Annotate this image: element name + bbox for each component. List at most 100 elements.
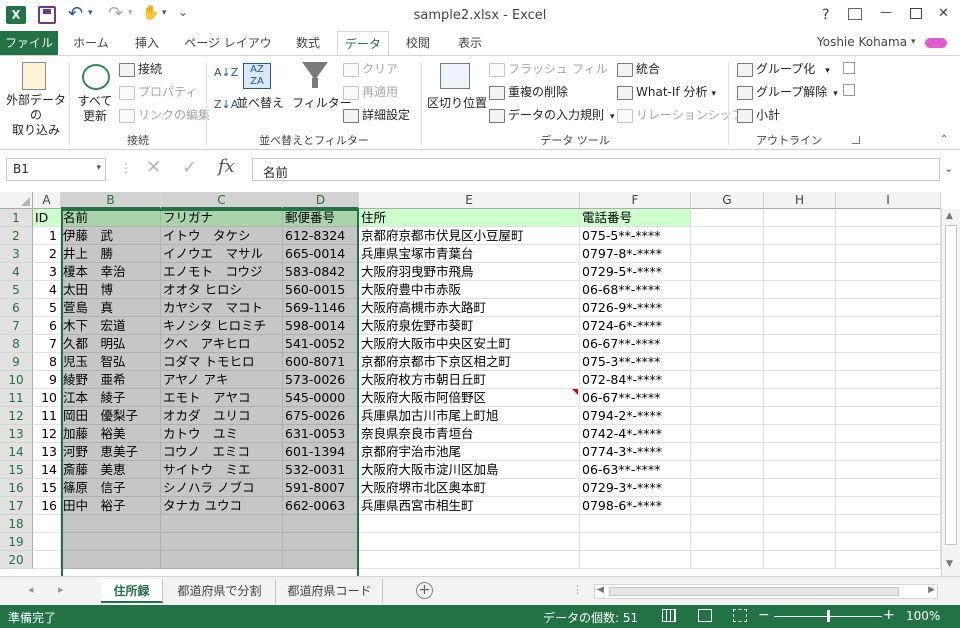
- worksheet-grid[interactable]: ABCDEFGHI 1 2 3 4 5 6 7 8 9 10 11 12 13 14 15 16 17 18 19 2…: [0, 192, 941, 576]
- name-box[interactable]: B1 ▾: [6, 158, 106, 181]
- table-cell[interactable]: 0729-3*-****: [580, 479, 691, 497]
- column-header-e[interactable]: E: [359, 192, 580, 209]
- table-cell[interactable]: 太田 博: [61, 281, 161, 299]
- table-cell[interactable]: 6: [33, 317, 61, 335]
- empty-cell[interactable]: [691, 461, 764, 479]
- empty-cell[interactable]: [33, 533, 61, 551]
- empty-cell[interactable]: [764, 353, 836, 371]
- table-cell[interactable]: 591-8007: [283, 479, 359, 497]
- scroll-left-icon[interactable]: ◀: [597, 585, 604, 595]
- empty-cell[interactable]: [836, 497, 941, 515]
- empty-cell[interactable]: [764, 281, 836, 299]
- sort-az-button[interactable]: A↓Z: [214, 64, 238, 82]
- empty-cell[interactable]: [836, 371, 941, 389]
- table-cell[interactable]: 1: [33, 227, 61, 245]
- table-cell[interactable]: 545-0000: [283, 389, 359, 407]
- table-cell[interactable]: 萱島 真: [61, 299, 161, 317]
- table-cell[interactable]: 675-0026: [283, 407, 359, 425]
- table-cell[interactable]: 大阪府羽曳野市飛鳥: [359, 263, 580, 281]
- empty-cell[interactable]: [764, 425, 836, 443]
- table-cell[interactable]: 11: [33, 407, 61, 425]
- table-header-cell[interactable]: ID: [33, 209, 61, 227]
- empty-cell[interactable]: [836, 353, 941, 371]
- table-cell[interactable]: 2: [33, 245, 61, 263]
- table-cell[interactable]: 06-67**-****: [580, 335, 691, 353]
- redo-icon[interactable]: ↷: [108, 3, 123, 24]
- hide-detail-icon[interactable]: [843, 84, 855, 96]
- empty-cell[interactable]: [359, 551, 580, 569]
- column-header-h[interactable]: H: [764, 192, 836, 209]
- row-header-17[interactable]: 17: [0, 497, 33, 515]
- empty-cell[interactable]: [283, 515, 359, 533]
- row-header-12[interactable]: 12: [0, 407, 33, 425]
- tab-data[interactable]: データ: [337, 31, 389, 56]
- tab-view[interactable]: 表示: [448, 31, 492, 55]
- empty-cell[interactable]: [764, 443, 836, 461]
- table-cell[interactable]: 久都 明弘: [61, 335, 161, 353]
- empty-cell[interactable]: [33, 515, 61, 533]
- empty-cell[interactable]: [61, 515, 161, 533]
- table-cell[interactable]: 15: [33, 479, 61, 497]
- sheet-tab-prefecture-code[interactable]: 都道府県コード: [277, 579, 383, 603]
- row-header-2[interactable]: 2: [0, 227, 33, 245]
- empty-cell[interactable]: [580, 551, 691, 569]
- table-header-cell[interactable]: [764, 209, 836, 227]
- empty-cell[interactable]: [580, 533, 691, 551]
- empty-cell[interactable]: [691, 335, 764, 353]
- table-cell[interactable]: コダマ トモヒロ: [161, 353, 283, 371]
- empty-cell[interactable]: [836, 245, 941, 263]
- next-sheet-icon[interactable]: ▸: [58, 583, 64, 596]
- table-cell[interactable]: 573-0026: [283, 371, 359, 389]
- table-cell[interactable]: タナカ ユウコ: [161, 497, 283, 515]
- ungroup-button[interactable]: グループ解除 ▾: [737, 83, 838, 103]
- table-cell[interactable]: 075-3**-****: [580, 353, 691, 371]
- sort-za-button[interactable]: Z↓A: [214, 96, 238, 114]
- refresh-all-button[interactable]: すべて 更新: [76, 94, 114, 124]
- row-header-5[interactable]: 5: [0, 281, 33, 299]
- redo-dropdown-icon[interactable]: ▾: [128, 8, 133, 18]
- table-cell[interactable]: 大阪府豊中市赤阪: [359, 281, 580, 299]
- relationships-button[interactable]: リレーションシップ: [617, 106, 744, 124]
- row-header-11[interactable]: 11: [0, 389, 33, 407]
- help-icon[interactable]: ?: [822, 7, 829, 23]
- name-box-dropdown-icon[interactable]: ▾: [96, 163, 101, 173]
- table-cell[interactable]: 榎本 幸治: [61, 263, 161, 281]
- empty-cell[interactable]: [764, 515, 836, 533]
- collapse-ribbon-icon[interactable]: ⌃: [940, 134, 948, 145]
- table-cell[interactable]: 12: [33, 425, 61, 443]
- table-cell[interactable]: 加藤 裕美: [61, 425, 161, 443]
- table-cell[interactable]: 伊藤 武: [61, 227, 161, 245]
- table-cell[interactable]: 600-8071: [283, 353, 359, 371]
- table-cell[interactable]: 16: [33, 497, 61, 515]
- column-header-d[interactable]: D: [283, 192, 359, 209]
- sort-button[interactable]: 並べ替え: [236, 94, 284, 112]
- column-header-i[interactable]: I: [836, 192, 941, 209]
- row-header-4[interactable]: 4: [0, 263, 33, 281]
- empty-cell[interactable]: [764, 371, 836, 389]
- empty-cell[interactable]: [691, 497, 764, 515]
- table-cell[interactable]: 601-1394: [283, 443, 359, 461]
- table-cell[interactable]: 斎藤 美恵: [61, 461, 161, 479]
- empty-cell[interactable]: [836, 335, 941, 353]
- table-cell[interactable]: 665-0014: [283, 245, 359, 263]
- empty-cell[interactable]: [359, 515, 580, 533]
- empty-cell[interactable]: [836, 263, 941, 281]
- empty-cell[interactable]: [836, 299, 941, 317]
- row-header-15[interactable]: 15: [0, 461, 33, 479]
- empty-cell[interactable]: [836, 389, 941, 407]
- table-cell[interactable]: 河野 恵美子: [61, 443, 161, 461]
- table-cell[interactable]: カトウ ユミ: [161, 425, 283, 443]
- table-cell[interactable]: 560-0015: [283, 281, 359, 299]
- prev-sheet-icon[interactable]: ◂: [28, 583, 34, 596]
- save-icon[interactable]: [38, 6, 56, 24]
- maximize-button[interactable]: [910, 8, 922, 19]
- table-cell[interactable]: 木下 宏道: [61, 317, 161, 335]
- close-button[interactable]: ✕: [938, 6, 949, 21]
- table-cell[interactable]: 兵庫県宝塚市青葉台: [359, 245, 580, 263]
- table-cell[interactable]: 江本 綾子: [61, 389, 161, 407]
- touch-dropdown-icon[interactable]: ▾: [162, 8, 167, 18]
- text-to-columns-button[interactable]: 区切り位置: [427, 94, 487, 112]
- table-cell[interactable]: 兵庫県西宮市相生町: [359, 497, 580, 515]
- minimize-button[interactable]: —: [880, 5, 892, 19]
- remove-duplicates-button[interactable]: 重複の削除: [489, 83, 568, 101]
